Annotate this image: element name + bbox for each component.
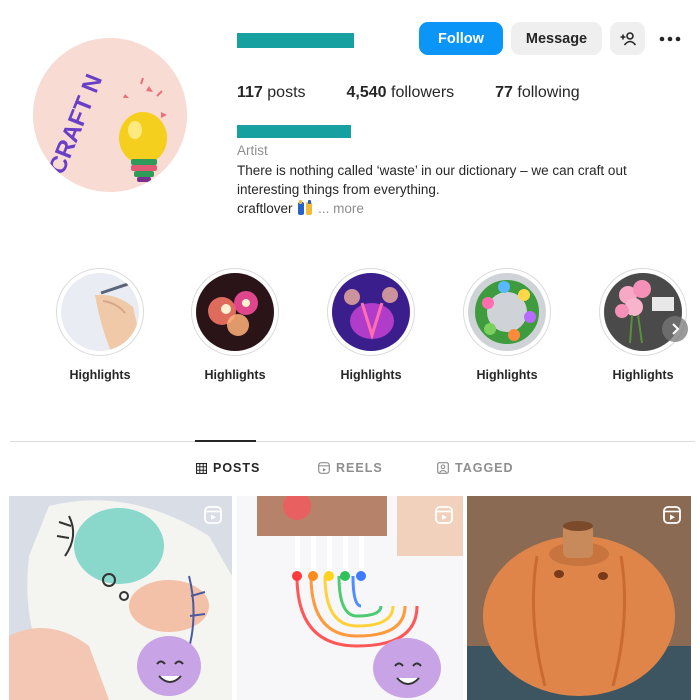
post-image-clay-pumpkin bbox=[467, 496, 691, 700]
tab-reels-label: REELS bbox=[336, 461, 383, 475]
reel-icon bbox=[663, 506, 681, 524]
active-tab-indicator bbox=[195, 440, 256, 442]
posts-stat: 117 posts bbox=[237, 84, 306, 102]
post-tile[interactable] bbox=[237, 496, 463, 700]
highlight-label: Highlights bbox=[476, 368, 538, 382]
tab-posts[interactable]: POSTS bbox=[196, 461, 260, 475]
follow-button[interactable]: Follow bbox=[419, 22, 503, 55]
highlight-cover-purple-craft bbox=[332, 273, 410, 351]
craft-logo-image: CRAFT N bbox=[33, 38, 187, 192]
highlight-label: Highlights bbox=[340, 368, 402, 382]
highlight-ring bbox=[463, 268, 551, 356]
hands-emoji-icon bbox=[298, 200, 313, 215]
more-dots-icon bbox=[659, 36, 681, 41]
highlight-item[interactable]: Highlights bbox=[326, 268, 416, 382]
add-user-icon bbox=[620, 31, 636, 46]
highlight-label: Highlights bbox=[69, 368, 131, 382]
reel-icon bbox=[204, 506, 222, 524]
bio-more-link[interactable]: more bbox=[333, 201, 364, 216]
message-button[interactable]: Message bbox=[511, 22, 602, 55]
tab-reels[interactable]: REELS bbox=[318, 461, 383, 475]
followers-count: 4,540 bbox=[346, 84, 387, 101]
profile-stats: 117 posts 4,540 followers 77 following bbox=[237, 84, 621, 102]
profile-bio: There is nothing called ‘waste’ in our d… bbox=[237, 161, 677, 218]
username-redacted bbox=[237, 33, 354, 48]
grid-icon bbox=[196, 462, 207, 474]
highlight-item[interactable]: Highlights bbox=[55, 268, 145, 382]
add-user-button[interactable] bbox=[610, 22, 645, 55]
more-options-button[interactable] bbox=[655, 22, 685, 55]
posts-label: posts bbox=[267, 84, 306, 101]
tab-tagged-label: TAGGED bbox=[455, 461, 514, 475]
highlight-label: Highlights bbox=[204, 368, 266, 382]
highlights-next-button[interactable] bbox=[662, 316, 688, 342]
chevron-right-icon bbox=[672, 323, 680, 335]
highlight-cover-drawing-hand bbox=[61, 273, 139, 351]
bio-line-3: craftlover bbox=[237, 201, 293, 216]
profile-category: Artist bbox=[237, 143, 268, 158]
highlight-ring bbox=[599, 268, 687, 356]
full-name-redacted bbox=[237, 125, 351, 138]
highlight-ring bbox=[56, 268, 144, 356]
tab-posts-label: POSTS bbox=[213, 461, 261, 475]
tab-tagged[interactable]: TAGGED bbox=[437, 461, 514, 475]
post-image-rainbow-painting bbox=[237, 496, 463, 700]
bio-line-3-wrap: craftlover ... more bbox=[237, 199, 677, 218]
followers-stat[interactable]: 4,540 followers bbox=[347, 84, 455, 102]
tabs-divider bbox=[10, 441, 695, 442]
bio-line-2: interesting things from everything. bbox=[237, 182, 440, 197]
following-label: following bbox=[517, 84, 580, 101]
reels-icon bbox=[318, 462, 330, 474]
posts-count: 117 bbox=[237, 84, 263, 101]
post-tile[interactable] bbox=[467, 496, 691, 700]
post-image-painted-bottle bbox=[9, 496, 232, 700]
highlight-cover-flower-wreath bbox=[468, 273, 546, 351]
following-stat[interactable]: 77 following bbox=[495, 84, 580, 102]
reel-icon bbox=[435, 506, 453, 524]
tagged-icon bbox=[437, 462, 449, 474]
highlight-item[interactable]: Highlights bbox=[462, 268, 552, 382]
more-prefix: ... bbox=[318, 201, 330, 216]
followers-label: followers bbox=[391, 84, 455, 101]
highlight-ring bbox=[191, 268, 279, 356]
profile-avatar[interactable]: CRAFT N bbox=[33, 38, 187, 192]
bio-line-1: There is nothing called ‘waste’ in our d… bbox=[237, 163, 627, 178]
highlight-label: Highlights bbox=[612, 368, 674, 382]
highlight-cover-glowing-flowers bbox=[196, 273, 274, 351]
post-tile[interactable] bbox=[9, 496, 232, 700]
highlights-row: Highlights Highlights Highlights Highlig… bbox=[0, 268, 700, 388]
highlight-ring bbox=[327, 268, 415, 356]
highlight-item[interactable]: Highlights bbox=[190, 268, 280, 382]
following-count: 77 bbox=[495, 84, 513, 101]
